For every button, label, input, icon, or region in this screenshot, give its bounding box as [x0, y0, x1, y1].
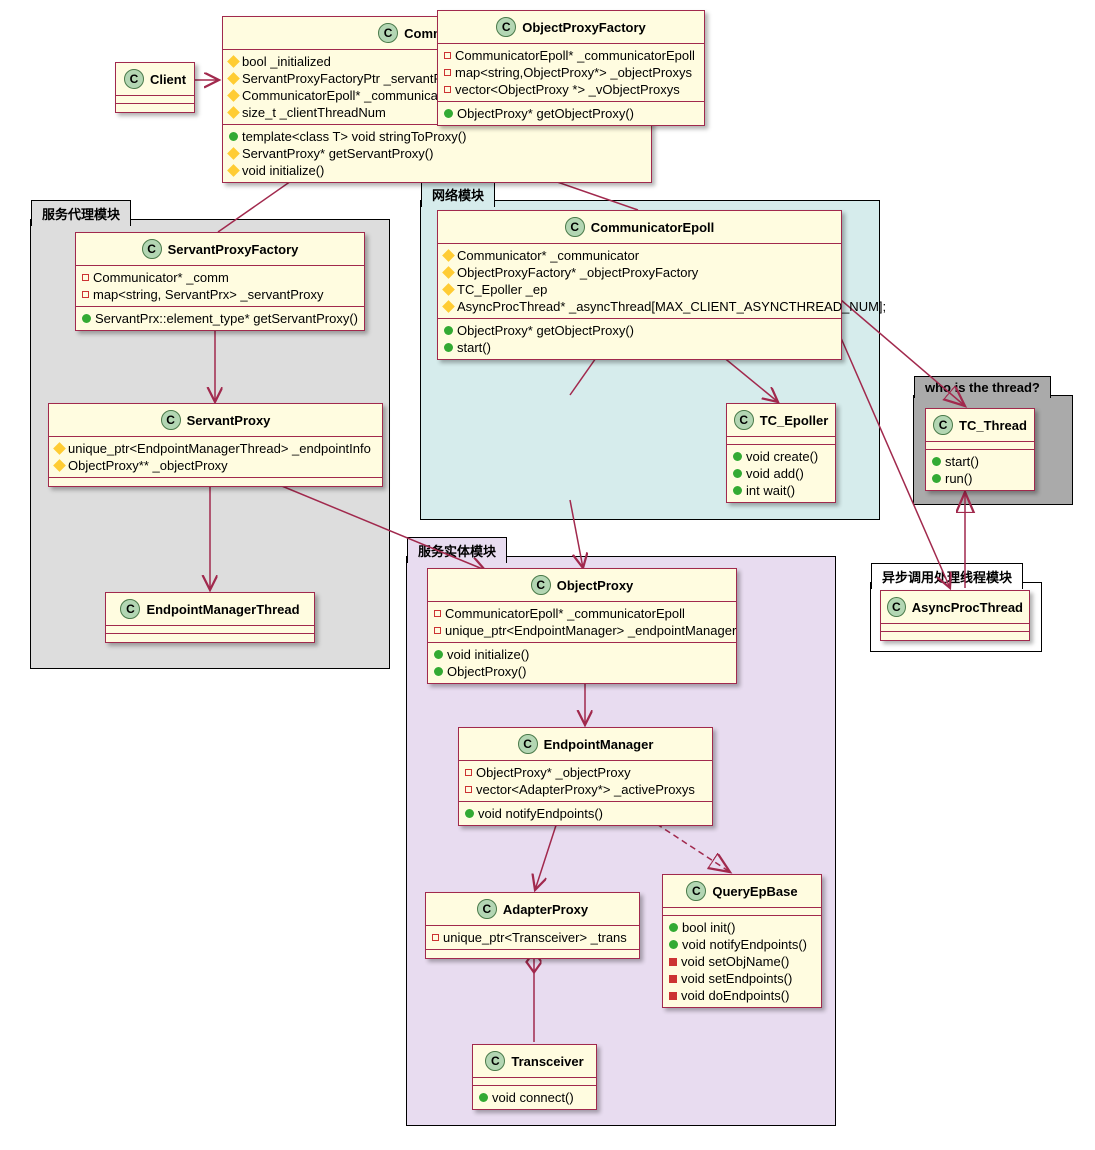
class-icon: C: [124, 69, 144, 89]
package-entity-label: 服务实体模块: [407, 537, 507, 563]
class-queryepbase: CQueryEpBase bool init() void notifyEndp…: [662, 874, 822, 1008]
class-objectproxy: CObjectProxy CommunicatorEpoll* _communi…: [427, 568, 737, 684]
class-communicatorepoll: CCommunicatorEpoll Communicator* _commun…: [437, 210, 842, 360]
class-icon: C: [518, 734, 538, 754]
class-icon: C: [496, 17, 516, 37]
class-icon: C: [378, 23, 398, 43]
class-icon: C: [565, 217, 585, 237]
class-icon: C: [485, 1051, 505, 1071]
class-icon: C: [531, 575, 551, 595]
class-icon: C: [734, 410, 754, 430]
class-servantproxy: CServantProxy unique_ptr<EndpointManager…: [48, 403, 383, 487]
class-icon: C: [120, 599, 140, 619]
class-transceiver: CTransceiver void connect(): [472, 1044, 597, 1110]
class-icon: C: [933, 415, 953, 435]
class-tcepoller: CTC_Epoller void create() void add() int…: [726, 403, 836, 503]
class-endpointmanager: CEndpointManager ObjectProxy* _objectPro…: [458, 727, 713, 826]
package-thread-label: who is the thread?: [914, 376, 1051, 398]
package-net-label: 网络模块: [421, 181, 495, 207]
class-adapterproxy: CAdapterProxy unique_ptr<Transceiver> _t…: [425, 892, 640, 959]
class-client: CClient: [115, 62, 195, 113]
class-icon: C: [161, 410, 181, 430]
class-endpointmanagerthread: CEndpointManagerThread: [105, 592, 315, 643]
class-objectproxyfactory: CObjectProxyFactory CommunicatorEpoll* _…: [437, 10, 705, 126]
class-asyncprocthread: CAsyncProcThread: [880, 590, 1030, 641]
class-icon: C: [142, 239, 162, 259]
class-icon: C: [686, 881, 706, 901]
uml-diagram: 服务代理模块 网络模块 服务实体模块 who is the thread? 异步…: [10, 10, 1095, 1140]
package-proxy-label: 服务代理模块: [31, 200, 131, 226]
class-servantproxyfactory: CServantProxyFactory Communicator* _comm…: [75, 232, 365, 331]
class-icon: C: [887, 597, 906, 617]
class-tcthread: CTC_Thread start() run(): [925, 408, 1035, 491]
package-async-label: 异步调用处理线程模块: [871, 563, 1023, 589]
class-icon: C: [477, 899, 497, 919]
